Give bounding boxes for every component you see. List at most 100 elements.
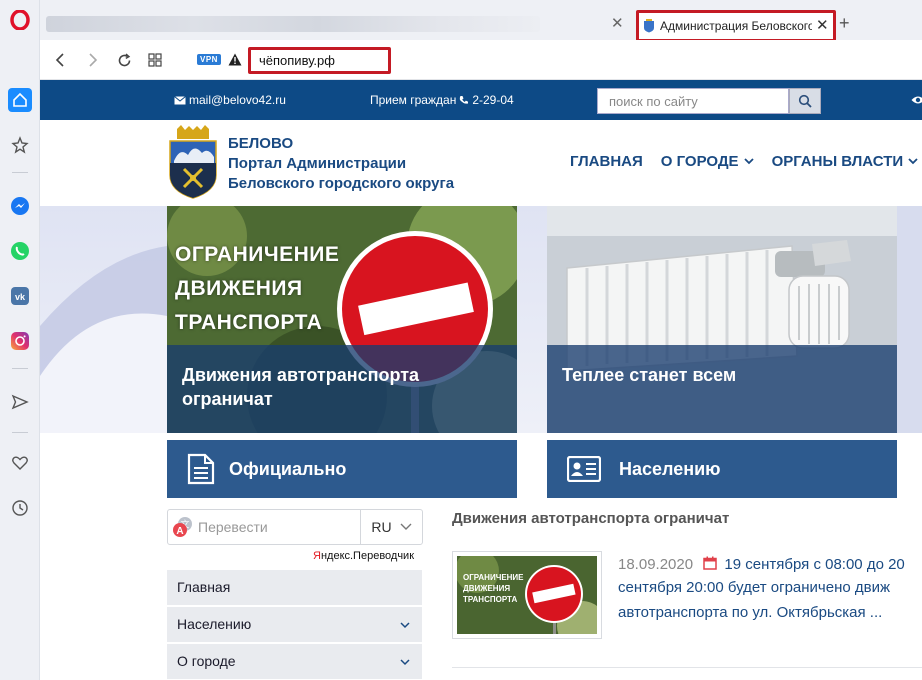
close-tab-icon[interactable]: ✕ <box>816 18 829 33</box>
reception-label: Прием граждан <box>370 93 457 107</box>
main-nav: ГЛАВНАЯ О ГОРОДЕ ОРГАНЫ ВЛАСТИ <box>570 153 918 170</box>
url-field[interactable]: чёпопиву.рф <box>248 47 391 74</box>
portal-title-line3: Беловского городского округа <box>228 175 455 192</box>
side-menu-population-label: Населению <box>177 616 252 632</box>
portal-title[interactable]: БЕЛОВО Портал Администрации Беловского г… <box>228 134 454 194</box>
yandex-translator-credit[interactable]: Яндекс.Переводчик <box>313 550 414 562</box>
nav-home[interactable]: ГЛАВНАЯ <box>570 153 643 170</box>
yandex-credit-text: ндекс.Переводчик <box>320 550 415 562</box>
news-thumb-text: ОГРАНИЧЕНИЕ ДВИЖЕНИЯ ТРАНСПОРТА <box>463 572 524 605</box>
nav-authorities-label: ОРГАНЫ ВЛАСТИ <box>771 153 904 170</box>
side-menu-population[interactable]: Населению <box>167 607 422 642</box>
phone-icon <box>460 96 469 104</box>
search-icon[interactable] <box>789 88 821 114</box>
news-thumbnail-image: ОГРАНИЧЕНИЕ ДВИЖЕНИЯ ТРАНСПОРТА <box>457 556 597 634</box>
news-divider <box>452 667 922 668</box>
language-select[interactable]: RU <box>360 510 422 544</box>
translator-widget: 文A Перевести RU <box>167 509 423 545</box>
svg-text:vk: vk <box>15 292 26 302</box>
news-thumb-line2: ДВИЖЕНИЯ <box>463 584 511 593</box>
home-icon[interactable] <box>8 88 32 112</box>
new-tab-icon[interactable]: + <box>839 13 850 34</box>
translate-icon: 文A <box>168 510 198 544</box>
nav-authorities[interactable]: ОРГАНЫ ВЛАСТИ <box>772 153 919 170</box>
nav-about-city-label: О ГОРОДЕ <box>660 153 739 170</box>
slide-heating-caption[interactable]: Теплее станет всем <box>547 345 897 433</box>
eye-icon[interactable] <box>911 94 922 108</box>
side-menu-home-label: Главная <box>177 579 231 595</box>
sidebar-separator <box>12 432 28 433</box>
news-heading[interactable]: Движения автотранспорта ограничат <box>452 510 729 527</box>
slide-traffic-caption[interactable]: Движения автотранспорта ограничат <box>167 345 517 433</box>
chevron-down-icon <box>400 523 412 530</box>
news-excerpt-line3[interactable]: автотранспорта по ул. Октябрьская ... <box>618 604 882 621</box>
news-thumbnail[interactable]: ОГРАНИЧЕНИЕ ДВИЖЕНИЯ ТРАНСПОРТА <box>452 551 602 639</box>
tab-favicon-icon <box>644 19 654 33</box>
sidebar-separator <box>12 368 28 369</box>
portal-title-city: БЕЛОВО <box>228 135 294 152</box>
vk-icon[interactable]: vk <box>8 284 32 308</box>
news-meta: 18.09.2020 19 сентября с 08:00 до 20 <box>618 556 905 573</box>
opera-sidebar: vk <box>0 0 40 680</box>
address-bar: VPN чёпопиву.рф <box>40 40 922 80</box>
traffic-banner-text: ОГРАНИЧЕНИЕ ДВИЖЕНИЯ ТРАНСПОРТА <box>175 238 339 340</box>
reception-phone-number: 2-29-04 <box>472 93 514 107</box>
site-header: БЕЛОВО Портал Администрации Беловского г… <box>40 120 922 206</box>
chevron-down-icon <box>743 158 754 165</box>
banner-line1: ОГРАНИЧЕНИЕ <box>175 243 340 266</box>
hero-slider: ОГРАНИЧЕНИЕ ДВИЖЕНИЯ ТРАНСПОРТА Движения… <box>40 206 922 433</box>
site-search-input[interactable]: поиск по сайту <box>597 88 789 114</box>
star-icon[interactable] <box>8 133 32 157</box>
document-icon <box>187 453 215 485</box>
banner-line3: ТРАНСПОРТА <box>175 311 323 334</box>
close-tab-icon[interactable]: ✕ <box>611 16 624 32</box>
news-thumb-line1: ОГРАНИЧЕНИЕ <box>463 573 524 582</box>
send-icon[interactable] <box>8 390 32 414</box>
chevron-down-icon <box>908 158 918 165</box>
vpn-badge[interactable]: VPN <box>197 54 221 65</box>
tabs-grid-icon[interactable] <box>147 52 163 68</box>
opera-logo-icon[interactable] <box>8 8 32 32</box>
blurred-tabs[interactable] <box>46 16 540 32</box>
news-date: 18.09.2020 <box>618 556 694 573</box>
clock-icon[interactable] <box>8 496 32 520</box>
coat-of-arms-icon[interactable] <box>168 125 218 199</box>
yandex-credit-initial: Я <box>313 550 321 562</box>
heart-icon[interactable] <box>8 451 32 475</box>
language-select-value: RU <box>371 519 392 535</box>
forward-icon[interactable] <box>85 52 101 68</box>
side-menu-about[interactable]: О городе <box>167 644 422 679</box>
calendar-icon <box>703 556 717 570</box>
news-excerpt-line1: 19 сентября с 08:00 до 20 <box>724 556 905 573</box>
official-button[interactable]: Официально <box>167 440 517 498</box>
contact-email[interactable]: mail@belovo42.ru <box>174 93 286 107</box>
reload-icon[interactable] <box>116 52 132 68</box>
active-tab[interactable]: Администрация Беловского ✕ <box>636 10 836 42</box>
site-top-strip: mail@belovo42.ru Прием граждан 2-29-04 п… <box>40 80 922 120</box>
sidebar-separator <box>12 172 28 173</box>
tab-title: Администрация Беловского <box>660 19 812 33</box>
back-icon[interactable] <box>52 52 68 68</box>
id-card-icon <box>567 456 601 482</box>
population-button-label: Населению <box>619 458 721 479</box>
news-thumb-line3: ТРАНСПОРТА <box>463 595 518 604</box>
envelope-icon <box>174 95 186 104</box>
chevron-down-icon[interactable] <box>400 644 410 679</box>
news-excerpt-line2[interactable]: сентября 20:00 будет ограничено движ <box>618 579 890 596</box>
reception-phone: Прием граждан 2-29-04 <box>370 93 514 107</box>
warning-icon[interactable] <box>228 53 242 71</box>
nav-about-city[interactable]: О ГОРОДЕ <box>661 153 754 170</box>
whatsapp-icon[interactable] <box>8 239 32 263</box>
svg-text:A: A <box>176 526 183 537</box>
chevron-down-icon[interactable] <box>400 607 410 642</box>
slide-heating[interactable]: Теплее станет всем <box>547 206 897 433</box>
official-button-label: Официально <box>229 458 347 479</box>
nav-home-label: ГЛАВНАЯ <box>570 153 643 170</box>
instagram-icon[interactable] <box>8 329 32 353</box>
population-button[interactable]: Населению <box>547 440 897 498</box>
side-menu-home[interactable]: Главная <box>167 570 422 605</box>
messenger-icon[interactable] <box>8 194 32 218</box>
slide-traffic-restriction[interactable]: ОГРАНИЧЕНИЕ ДВИЖЕНИЯ ТРАНСПОРТА Движения… <box>167 206 517 433</box>
contact-email-text: mail@belovo42.ru <box>189 93 286 107</box>
translate-input[interactable]: Перевести <box>198 519 360 535</box>
